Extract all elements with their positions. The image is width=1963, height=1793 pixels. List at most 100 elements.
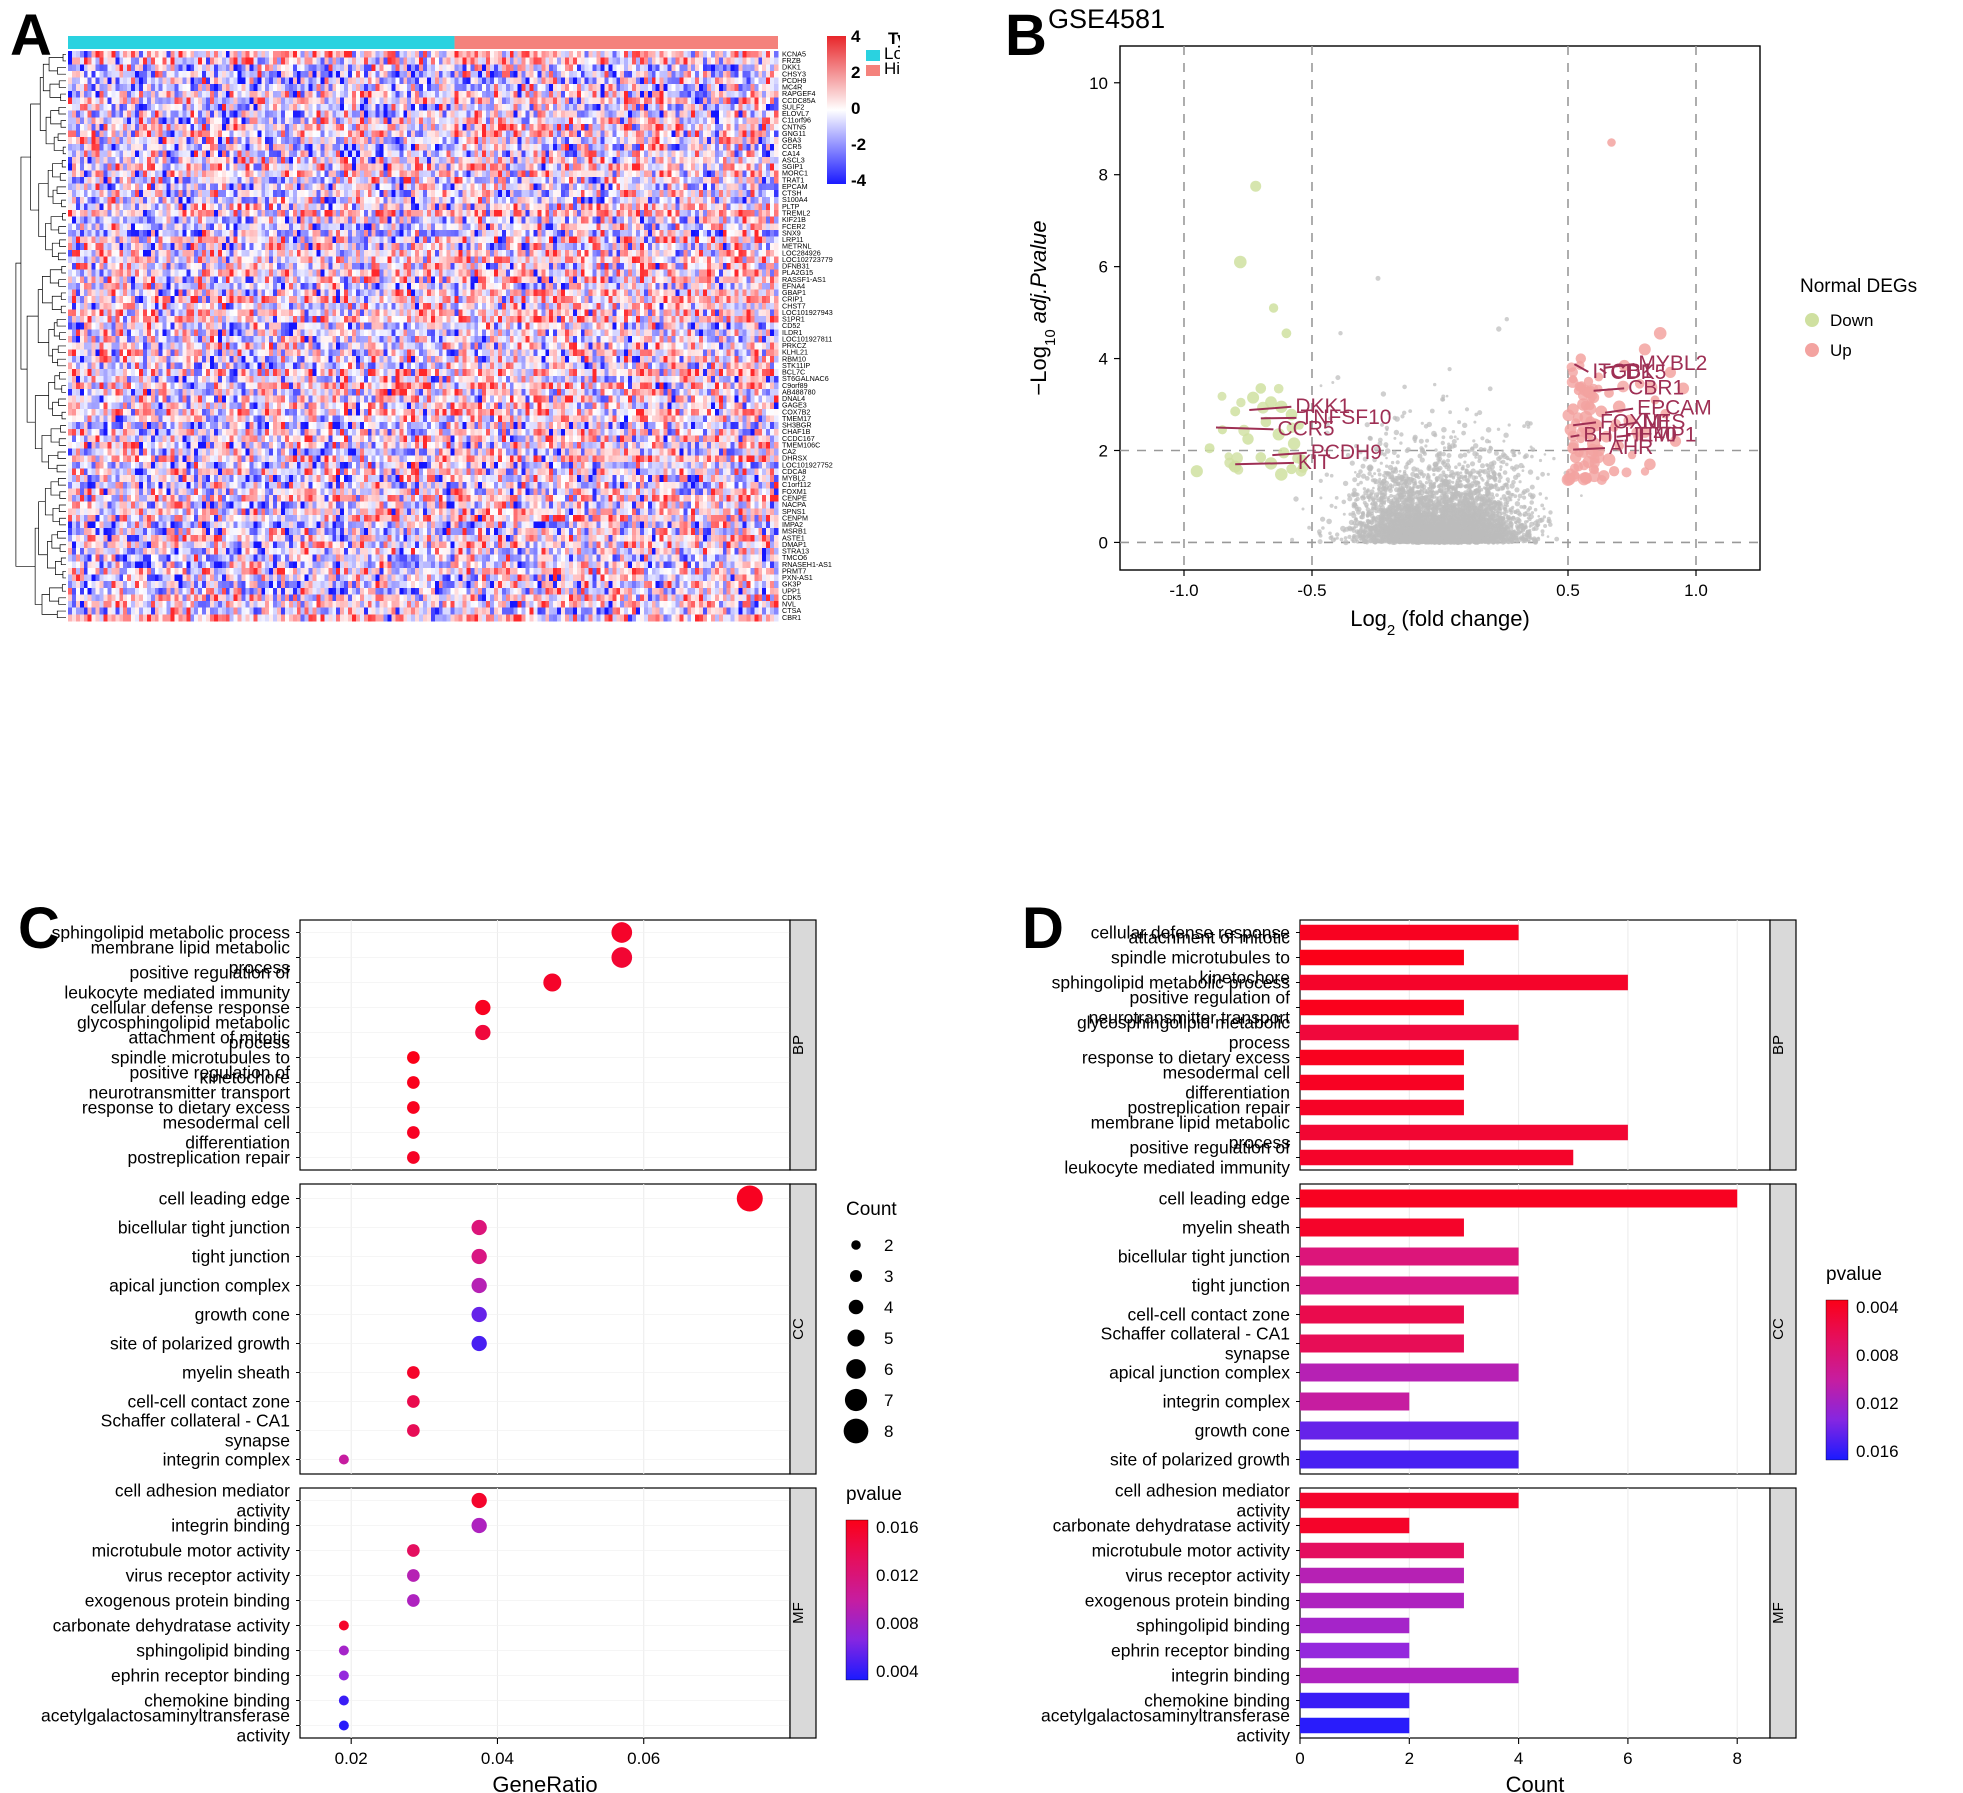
go-dot xyxy=(543,973,562,992)
dotplot-x-tick: 0.06 xyxy=(627,1749,660,1768)
go-term-label: site of polarized growth xyxy=(110,1334,290,1354)
go-term-label: bicellular tight junction xyxy=(118,1218,290,1238)
go-bar xyxy=(1300,1450,1519,1469)
dotplot-color-legend-tick: 0.016 xyxy=(876,1518,919,1537)
go-dot xyxy=(407,1051,420,1064)
go-dot xyxy=(407,1366,420,1379)
volcano-gene-annotation: AHR xyxy=(1609,436,1653,459)
go-dot xyxy=(471,1248,487,1265)
go-term-label: exogenous protein binding xyxy=(85,1591,290,1611)
panel-c-dotplot: sphingolipid metabolic processmembrane l… xyxy=(41,919,919,1793)
go-bar xyxy=(1300,999,1464,1016)
go-dot xyxy=(407,1076,420,1089)
barplot-x-tick: 8 xyxy=(1732,1749,1741,1768)
volcano-y-tick: 6 xyxy=(1099,258,1108,277)
panel-d-barplot: cellular defense responseattachment of m… xyxy=(1041,919,1899,1793)
go-term-label: acetylgalactosaminyltransferase activity xyxy=(41,1706,290,1746)
facet-strip-label: CC xyxy=(1770,1318,1787,1340)
volcano-x-axis-title: Log2 (fold change) xyxy=(1350,606,1530,639)
go-dot xyxy=(338,1670,349,1681)
heatmap-scale-tick: -4 xyxy=(851,171,867,190)
barplot-color-legend-tick: 0.008 xyxy=(1856,1346,1899,1365)
dotplot-size-legend-item: 8 xyxy=(884,1422,893,1441)
go-bar xyxy=(1300,1334,1464,1353)
barplot-x-axis-title: Count xyxy=(1506,1772,1565,1793)
go-term-label: Schaffer collateral - CA1 synapse xyxy=(101,1411,290,1451)
go-bar xyxy=(1300,1189,1738,1208)
go-term-label: tight junction xyxy=(1192,1276,1290,1296)
dotplot-color-legend-title: pvalue xyxy=(846,1484,902,1505)
go-dot xyxy=(471,1219,487,1236)
go-bar xyxy=(1300,1542,1464,1559)
go-dot xyxy=(338,1720,349,1731)
go-dot xyxy=(736,1185,763,1212)
volcano-y-tick: 4 xyxy=(1099,350,1108,369)
go-term-label: ephrin receptor binding xyxy=(1111,1641,1290,1661)
go-bar xyxy=(1300,1667,1519,1684)
go-term-label: positive regulation of leukocyte mediated… xyxy=(64,963,290,1003)
facet-strip-label: BP xyxy=(790,1035,807,1055)
go-dot xyxy=(471,1492,487,1509)
go-bar xyxy=(1300,1592,1464,1609)
dotplot-size-legend-item: 2 xyxy=(884,1236,893,1255)
go-term-label: sphingolipid binding xyxy=(136,1641,290,1661)
barplot-color-legend-tick: 0.012 xyxy=(1856,1394,1899,1413)
go-term-label: exogenous protein binding xyxy=(1085,1591,1290,1611)
go-term-label: acetylgalactosaminyltransferase activity xyxy=(1041,1706,1290,1746)
barplot-color-legend-title: pvalue xyxy=(1826,1264,1882,1285)
go-term-label: carbonate dehydratase activity xyxy=(53,1616,291,1636)
barplot-x-tick: 0 xyxy=(1295,1749,1304,1768)
barplot-x-tick: 6 xyxy=(1623,1749,1632,1768)
go-bar xyxy=(1300,1717,1410,1734)
go-dot xyxy=(471,1517,487,1534)
go-dot xyxy=(611,922,633,943)
volcano-legend-item: Up xyxy=(1830,341,1852,360)
volcano-gene-annotation: KIT xyxy=(1298,451,1331,474)
panel-a-heatmap: KCNA5FRZBDKK1CHSY3PCDH9MC4RRAPGEF4CCDC85… xyxy=(15,27,900,622)
heatmap-scale-tick: -2 xyxy=(851,135,866,154)
dotplot-size-legend-item: 6 xyxy=(884,1360,893,1379)
go-dot xyxy=(475,999,491,1016)
go-term-label: myelin sheath xyxy=(182,1363,290,1383)
go-bar xyxy=(1300,1567,1464,1584)
go-term-label: integrin complex xyxy=(163,1450,291,1470)
go-dot xyxy=(475,1024,491,1041)
go-dot xyxy=(407,1126,420,1139)
barplot-x-tick: 2 xyxy=(1405,1749,1414,1768)
go-dot xyxy=(407,1151,420,1164)
go-term-label: myelin sheath xyxy=(1182,1218,1290,1238)
dotplot-size-legend-item: 3 xyxy=(884,1267,893,1286)
heatmap-scale-tick: 2 xyxy=(851,63,860,82)
volcano-title: GSE4581 xyxy=(1048,4,1165,34)
volcano-legend-item: Down xyxy=(1830,311,1873,330)
go-term-label: cell adhesion mediator activity xyxy=(115,1481,290,1521)
go-dot xyxy=(407,1395,420,1408)
go-dot xyxy=(407,1594,420,1607)
heatmap-gene-label: CBR1 xyxy=(782,613,801,622)
dotplot-size-legend-title: Count xyxy=(846,1199,897,1220)
go-term-label: cell-cell contact zone xyxy=(1128,1305,1290,1325)
go-bar xyxy=(1300,1024,1519,1041)
go-term-label: cell leading edge xyxy=(159,1189,290,1209)
go-dot xyxy=(407,1101,420,1114)
go-bar xyxy=(1300,1276,1519,1295)
go-term-label: postreplication repair xyxy=(128,1148,291,1168)
go-dot xyxy=(611,947,633,968)
go-dot xyxy=(471,1277,487,1294)
go-bar xyxy=(1300,1305,1464,1324)
go-dot xyxy=(407,1424,420,1437)
go-bar xyxy=(1300,1517,1410,1534)
barplot-color-legend-tick: 0.004 xyxy=(1856,1298,1899,1317)
go-term-label: cell adhesion mediator activity xyxy=(1115,1481,1290,1521)
go-term-label: mesodermal cell differentiation xyxy=(1163,1063,1290,1103)
heatmap-legend-item: High xyxy=(884,59,900,78)
volcano-x-tick: -0.5 xyxy=(1297,581,1326,600)
dotplot-color-legend-tick: 0.012 xyxy=(876,1566,919,1585)
go-term-label: growth cone xyxy=(195,1305,290,1325)
go-bar xyxy=(1300,1218,1464,1237)
go-term-label: cell-cell contact zone xyxy=(128,1392,290,1412)
go-dot xyxy=(407,1544,420,1557)
go-bar xyxy=(1300,1099,1464,1116)
volcano-y-tick: 2 xyxy=(1099,441,1108,460)
go-dot xyxy=(338,1620,349,1631)
